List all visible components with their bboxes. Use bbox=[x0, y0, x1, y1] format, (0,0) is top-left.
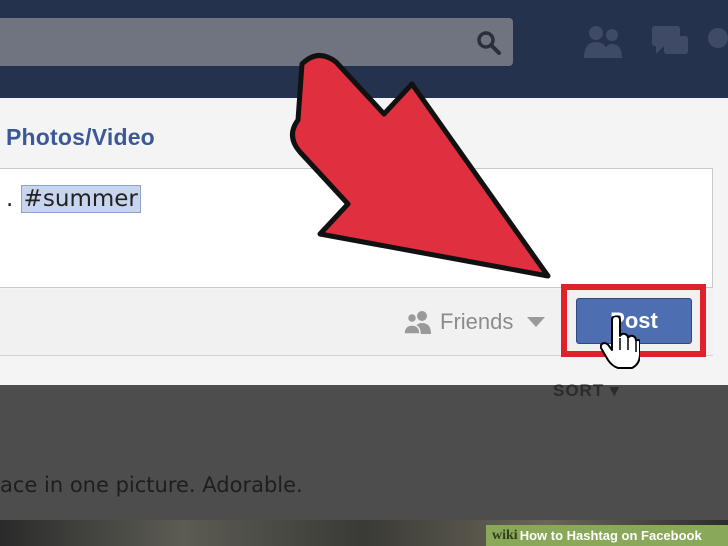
watermark-title: How to Hashtag on Facebook bbox=[519, 528, 702, 543]
chevron-down-icon bbox=[527, 317, 546, 327]
tab-photos-video[interactable]: Photos/Video bbox=[6, 124, 155, 151]
search-input[interactable] bbox=[0, 18, 513, 66]
search-icon[interactable] bbox=[476, 30, 502, 56]
sort-label: SORT bbox=[553, 381, 605, 400]
sort-menu[interactable]: SORT ▾ bbox=[553, 381, 620, 401]
hand-cursor-icon bbox=[600, 316, 640, 369]
hashtag-token: #summer bbox=[20, 185, 141, 213]
watermark-brand: wiki bbox=[492, 527, 518, 543]
friends-audience-icon bbox=[404, 311, 431, 334]
messages-icon[interactable] bbox=[652, 26, 688, 54]
feed-post-text: ace in one picture. Adorable. bbox=[0, 473, 303, 497]
watermark: wiki How to Hashtag on Facebook bbox=[486, 525, 728, 546]
audience-selector[interactable]: Friends bbox=[404, 307, 546, 337]
status-text-prefix: . bbox=[6, 186, 21, 212]
topbar-icons bbox=[584, 26, 728, 58]
notifications-icon[interactable] bbox=[708, 28, 728, 48]
sort-chevron-icon: ▾ bbox=[609, 381, 620, 400]
status-text[interactable]: . #summer bbox=[6, 185, 141, 213]
friend-requests-icon[interactable] bbox=[584, 26, 622, 58]
top-navigation-bar bbox=[0, 0, 728, 98]
audience-label: Friends bbox=[440, 309, 514, 334]
